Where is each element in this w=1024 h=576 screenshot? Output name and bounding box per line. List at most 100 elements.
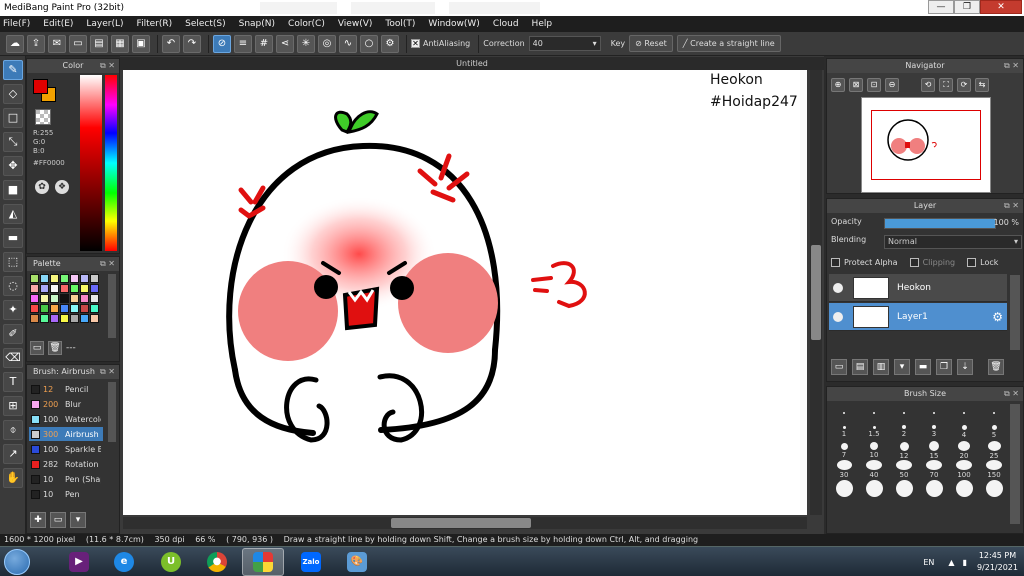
visibility-icon[interactable] <box>833 311 843 322</box>
snap-off-icon[interactable]: ⊘ <box>213 34 231 53</box>
create-straight-line-button[interactable]: ╱ Create a straight line <box>676 35 781 52</box>
layer-scrollbar[interactable] <box>1010 275 1020 350</box>
menu-help[interactable]: Help <box>532 19 553 29</box>
start-button[interactable] <box>4 549 30 575</box>
move-tool-icon[interactable]: ✥ <box>3 156 23 176</box>
cloud-icon[interactable]: ☁ <box>6 34 24 53</box>
fit-window-icon[interactable]: ⛶ <box>939 78 953 92</box>
gradient-tool-icon[interactable]: ▬ <box>3 228 23 248</box>
taskbar-medibang[interactable] <box>242 548 284 576</box>
brush-row[interactable]: 300 Airbrush <box>29 427 103 441</box>
navigator-thumbnail[interactable] <box>861 97 991 193</box>
delete-layer-icon[interactable]: 🗑 <box>988 359 1004 375</box>
dot-tool-icon[interactable]: □ <box>3 108 23 128</box>
concentric-snap-icon[interactable]: ◎ <box>318 34 336 53</box>
color-set-icon[interactable]: ❖ <box>55 180 69 194</box>
brush-tool-icon[interactable]: ✎ <box>3 60 23 80</box>
comment-icon[interactable]: ✉ <box>48 34 66 53</box>
brush-size-cell[interactable] <box>949 479 979 498</box>
select-eraser-tool-icon[interactable]: ⌫ <box>3 348 23 368</box>
hand-tool-icon[interactable]: ✋ <box>3 468 23 488</box>
blending-select[interactable]: Normal ▾ <box>884 235 1022 249</box>
palette-swatch[interactable] <box>90 304 99 313</box>
panel-pin-icon[interactable]: ⧉ ✕ <box>100 257 115 271</box>
parallel-snap-icon[interactable]: ≡ <box>234 34 252 53</box>
zoom-out-icon[interactable]: ⊖ <box>885 78 899 92</box>
panel-pin-icon[interactable]: ⧉ ✕ <box>100 365 115 379</box>
crop-file-icon[interactable]: ▣ <box>132 34 150 53</box>
brush-size-cell[interactable] <box>859 479 889 498</box>
delete-palette-icon[interactable]: 🗑 <box>48 341 62 355</box>
palette-swatch[interactable] <box>90 294 99 303</box>
vertical-scrollbar[interactable] <box>810 70 822 515</box>
new-folder-icon[interactable]: ▬ <box>915 359 931 375</box>
drawing-canvas[interactable]: Heokon #Hoidap247 <box>123 70 807 515</box>
palette-swatch[interactable] <box>70 274 79 283</box>
brush-size-cell[interactable]: 70 <box>919 460 949 479</box>
brush-size-cell[interactable]: 12 <box>889 441 919 460</box>
taskbar-zalo[interactable]: Zalo <box>290 548 332 576</box>
palette-swatch[interactable] <box>70 314 79 323</box>
palette-swatch[interactable] <box>90 274 99 283</box>
palette-swatch[interactable] <box>70 294 79 303</box>
panel-pin-icon[interactable]: ⧉ ✕ <box>1004 387 1019 401</box>
visibility-icon[interactable] <box>833 282 843 293</box>
palette-swatch[interactable] <box>40 284 49 293</box>
brush-size-cell[interactable] <box>919 403 949 422</box>
antialiasing-checkbox[interactable]: ✕ <box>411 39 420 48</box>
select-tool-icon[interactable]: ⬚ <box>3 252 23 272</box>
brush-row[interactable]: 12 Pencil <box>29 382 103 396</box>
taskbar-paint[interactable]: 🎨 <box>336 548 378 576</box>
radial-snap-icon[interactable]: ✳ <box>297 34 315 53</box>
menu-color[interactable]: Color(C) <box>288 19 325 29</box>
lasso-tool-icon[interactable]: ◌ <box>3 276 23 296</box>
brush-size-cell[interactable]: 3 <box>919 422 949 441</box>
minimize-button[interactable]: — <box>928 0 954 14</box>
crosshatch-snap-icon[interactable]: # <box>255 34 273 53</box>
clock[interactable]: 12:45 PM 9/21/2021 <box>977 550 1018 574</box>
lock-checkbox[interactable]: Lock <box>967 256 998 268</box>
add-layer-menu-icon[interactable]: ▾ <box>894 359 910 375</box>
correction-select[interactable]: 40 <box>528 36 601 51</box>
palette-swatch[interactable] <box>50 304 59 313</box>
eraser-tool-icon[interactable]: ◇ <box>3 84 23 104</box>
grid-file-icon[interactable]: ▦ <box>111 34 129 53</box>
brush-size-cell[interactable]: 1.5 <box>859 422 889 441</box>
panel-pin-icon[interactable]: ⧉ ✕ <box>1004 59 1019 73</box>
palette-swatch[interactable] <box>40 294 49 303</box>
palette-swatch[interactable] <box>60 274 69 283</box>
opacity-slider[interactable] <box>884 218 996 229</box>
menu-layer[interactable]: Layer(L) <box>86 19 123 29</box>
page-icon[interactable]: ▭ <box>69 34 87 53</box>
brush-row[interactable]: 10 Pen (Shape) <box>29 472 103 486</box>
add-palette-icon[interactable]: ▭ <box>30 341 44 355</box>
brush-row[interactable]: 282 Rotation <box>29 457 103 471</box>
palette-swatch[interactable] <box>40 274 49 283</box>
taskbar-unikey[interactable]: U <box>150 548 192 576</box>
palette-swatch[interactable] <box>60 294 69 303</box>
transparent-color-swatch[interactable] <box>35 109 51 125</box>
palette-swatch[interactable] <box>30 304 39 313</box>
palette-swatch[interactable] <box>40 304 49 313</box>
hue-slider[interactable] <box>105 75 117 251</box>
brush-scrollbar[interactable] <box>108 382 116 442</box>
zoom-fit-icon[interactable]: ⊠ <box>849 78 863 92</box>
brush-size-cell[interactable] <box>829 479 859 498</box>
palette-swatch[interactable] <box>50 314 59 323</box>
menu-edit[interactable]: Edit(E) <box>43 19 73 29</box>
palette-swatch[interactable] <box>80 294 89 303</box>
undo-icon[interactable]: ↶ <box>162 34 180 53</box>
divide-tool-icon[interactable]: ⊞ <box>3 396 23 416</box>
horizontal-scroll-thumb[interactable] <box>391 518 531 528</box>
document-tab[interactable]: Untitled <box>120 57 824 70</box>
rotate-reset-icon[interactable]: ⟲ <box>921 78 935 92</box>
circle-snap-icon[interactable]: ○ <box>360 34 378 53</box>
brush-size-cell[interactable] <box>979 403 1009 422</box>
brush-size-cell[interactable] <box>949 403 979 422</box>
zoom-in-icon[interactable]: ⊕ <box>831 78 845 92</box>
brush-size-cell[interactable]: 10 <box>859 441 889 460</box>
menu-tool[interactable]: Tool(T) <box>385 19 415 29</box>
text-tool-icon[interactable]: T <box>3 372 23 392</box>
color-wheel-icon[interactable]: ✿ <box>35 180 49 194</box>
brush-size-cell[interactable] <box>919 479 949 498</box>
